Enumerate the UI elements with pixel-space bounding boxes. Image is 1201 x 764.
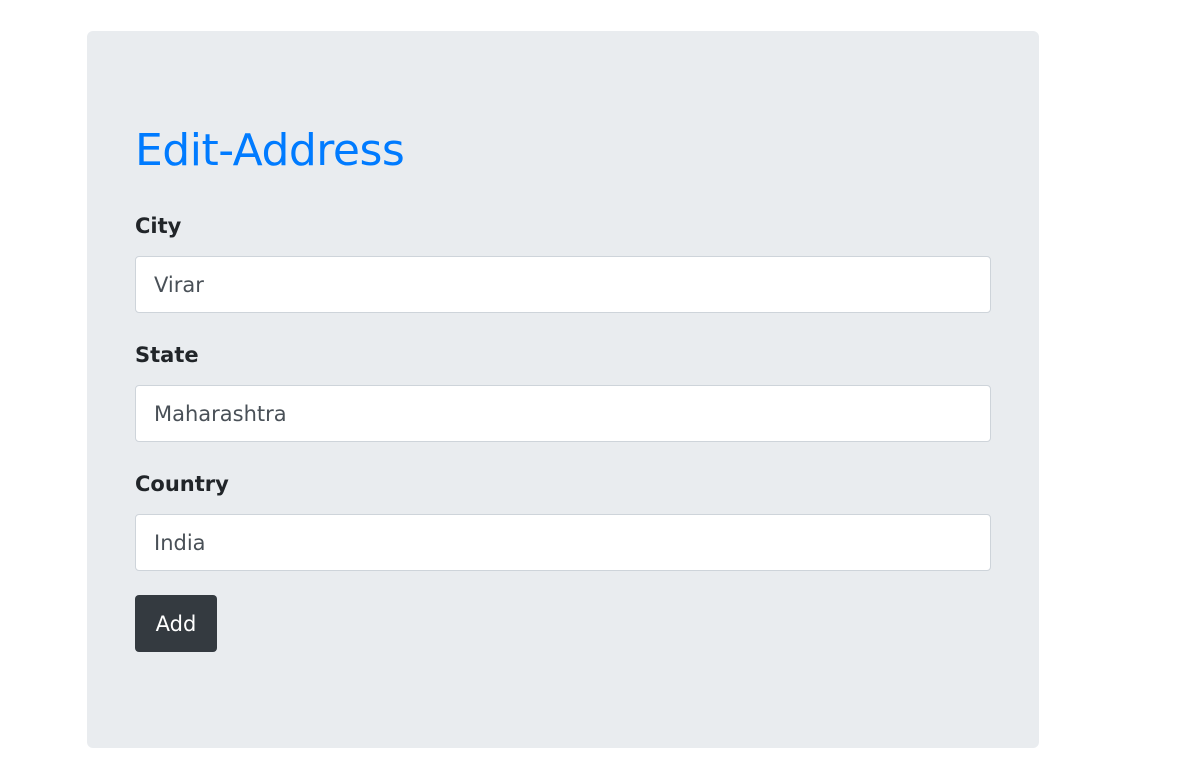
page-title: Edit-Address	[135, 125, 405, 176]
state-input[interactable]	[135, 385, 991, 442]
state-label: State	[135, 343, 199, 367]
country-input[interactable]	[135, 514, 991, 571]
edit-address-panel: Edit-Address City State Country Add	[87, 31, 1039, 748]
country-label: Country	[135, 472, 229, 496]
city-label: City	[135, 214, 182, 238]
city-input[interactable]	[135, 256, 991, 313]
add-button[interactable]: Add	[135, 595, 217, 652]
